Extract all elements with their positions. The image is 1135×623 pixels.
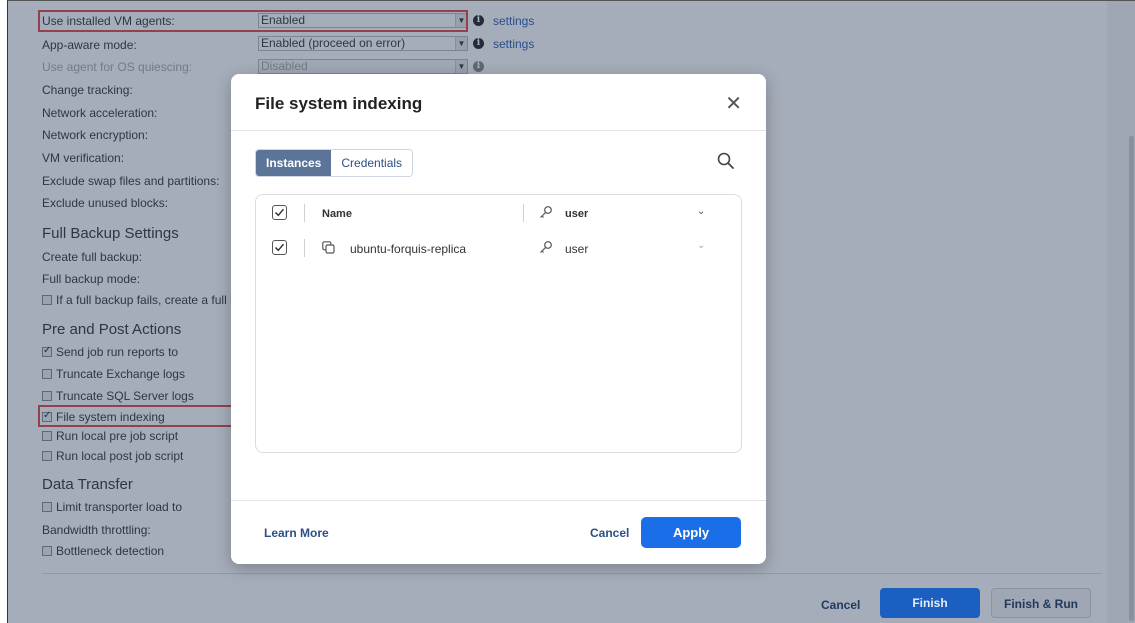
learn-more-link[interactable]: Learn More [264,526,329,540]
key-icon [539,205,553,222]
chevron-down-icon[interactable]: ⌄ [697,240,705,251]
instances-grid: Name user ⌄ ubuntu-forquis-replica user … [255,194,742,453]
dialog-header-divider [231,130,766,131]
close-icon[interactable]: ✕ [725,91,742,115]
tab-credentials[interactable]: Credentials [331,150,413,176]
finish-button[interactable]: Finish [880,588,980,618]
select-all-checkbox[interactable] [272,205,287,220]
column-header-user[interactable]: user [565,208,588,220]
instance-name: ubuntu-forquis-replica [350,242,467,256]
column-header-name[interactable]: Name [322,208,352,220]
dialog-footer-divider [231,500,766,501]
dialog-tabs: Instances Credentials [255,149,414,177]
wizard-frame: Use installed VM agents: Enabled ▼ i sett… [7,0,1135,623]
search-icon[interactable] [716,151,736,171]
column-divider [304,239,305,257]
chevron-down-icon[interactable]: ⌄ [697,206,705,217]
finish-and-run-button[interactable]: Finish & Run [991,588,1091,618]
dialog-title: File system indexing [255,94,423,113]
column-divider [523,204,524,222]
key-icon [539,240,553,257]
vm-replica-icon [322,241,335,257]
instance-user[interactable]: user [565,242,588,256]
tab-instances[interactable]: Instances [256,150,332,176]
column-divider [304,204,305,222]
cancel-button[interactable]: Cancel [821,598,860,612]
apply-button[interactable]: Apply [641,517,741,548]
dialog-cancel-button[interactable]: Cancel [590,526,629,540]
file-system-indexing-dialog: File system indexing ✕ Instances Credent… [231,74,766,564]
row-checkbox[interactable] [272,240,287,255]
